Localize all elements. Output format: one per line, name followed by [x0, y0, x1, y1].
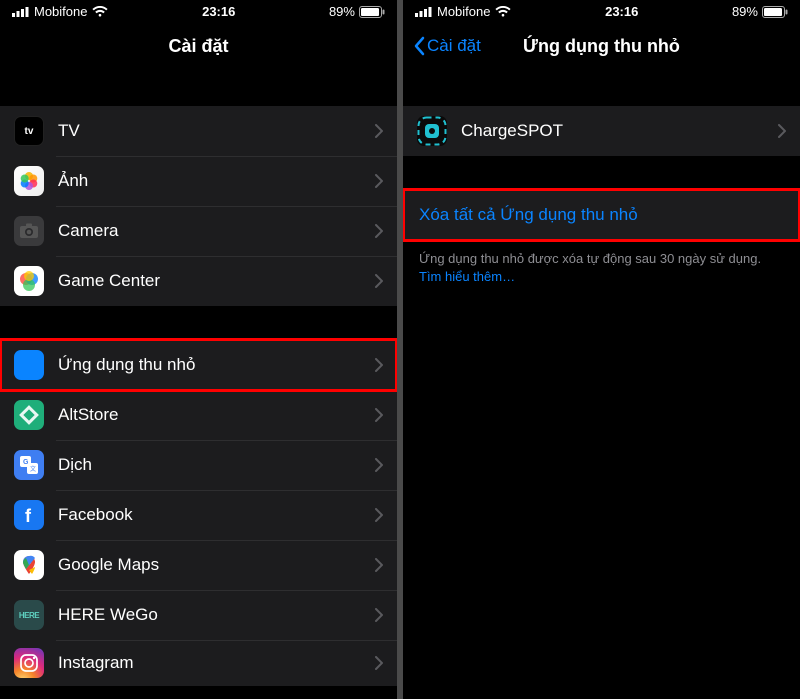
chevron-right-icon — [778, 124, 786, 138]
altstore-icon — [14, 400, 44, 430]
row-facebook[interactable]: f Facebook — [0, 490, 397, 540]
settings-list-apps: Ứng dụng thu nhỏ AltStore G文 Dịch f Face… — [0, 340, 397, 686]
battery-percent: 89% — [329, 4, 355, 19]
translate-icon: G文 — [14, 450, 44, 480]
row-label: ChargeSPOT — [461, 121, 778, 141]
row-label: AltStore — [58, 405, 375, 425]
row-instagram[interactable]: Instagram — [0, 640, 397, 686]
back-button[interactable]: Cài đặt — [413, 36, 481, 56]
row-altstore[interactable]: AltStore — [0, 390, 397, 440]
gamecenter-icon — [14, 266, 44, 296]
svg-text:f: f — [25, 506, 32, 525]
instagram-icon — [14, 648, 44, 678]
nav-header: Cài đặt — [0, 20, 397, 72]
row-app-clips[interactable]: Ứng dụng thu nhỏ — [0, 340, 397, 390]
row-camera[interactable]: Camera — [0, 206, 397, 256]
phone-left-settings: Mobifone 23:16 89% Cài đặt 🣿tv TV Ảnh — [0, 0, 397, 699]
chevron-right-icon — [375, 274, 383, 288]
row-gamecenter[interactable]: Game Center — [0, 256, 397, 306]
row-label: Ứng dụng thu nhỏ — [58, 355, 375, 375]
chevron-right-icon — [375, 508, 383, 522]
appclips-list: ChargeSPOT — [403, 106, 800, 156]
chevron-right-icon — [375, 224, 383, 238]
row-dich[interactable]: G文 Dịch — [0, 440, 397, 490]
status-bar: Mobifone 23:16 89% — [403, 0, 800, 20]
chevron-right-icon — [375, 558, 383, 572]
battery-percent: 89% — [732, 4, 758, 19]
footer-note: Ứng dụng thu nhỏ được xóa tự động sau 30… — [403, 240, 800, 285]
chevron-right-icon — [375, 124, 383, 138]
carrier-label: Mobifone — [437, 4, 490, 19]
googlemaps-icon — [14, 550, 44, 580]
herewego-icon: HERE — [14, 600, 44, 630]
page-title: Cài đặt — [168, 36, 228, 57]
battery-icon — [762, 6, 788, 18]
clock-label: 23:16 — [202, 4, 235, 19]
delete-all-label: Xóa tất cả Ứng dụng thu nhỏ — [419, 205, 638, 225]
back-label: Cài đặt — [427, 36, 481, 56]
chargespot-icon — [417, 116, 447, 146]
row-herewego[interactable]: HERE HERE WeGo — [0, 590, 397, 640]
row-label: Google Maps — [58, 555, 375, 575]
status-bar: Mobifone 23:16 89% — [0, 0, 397, 20]
row-label: Game Center — [58, 271, 375, 291]
carrier-label: Mobifone — [34, 4, 87, 19]
tv-icon: 🣿tv — [14, 116, 44, 146]
footer-text: Ứng dụng thu nhỏ được xóa tự động sau 30… — [419, 251, 761, 266]
photos-icon — [14, 166, 44, 196]
row-label: Dịch — [58, 455, 375, 475]
learn-more-link[interactable]: Tìm hiểu thêm… — [419, 269, 515, 284]
camera-icon — [14, 216, 44, 246]
svg-text:文: 文 — [30, 465, 36, 473]
page-title: Ứng dụng thu nhỏ — [523, 36, 680, 57]
settings-list-system: 🣿tv TV Ảnh Camera Game Center — [0, 106, 397, 306]
row-label: Camera — [58, 221, 375, 241]
signal-icon — [415, 6, 432, 17]
chevron-right-icon — [375, 608, 383, 622]
wifi-icon — [495, 6, 511, 18]
nav-header: Cài đặt Ứng dụng thu nhỏ — [403, 20, 800, 72]
chevron-right-icon — [375, 656, 383, 670]
facebook-icon: f — [14, 500, 44, 530]
app-clips-icon — [14, 350, 44, 380]
phone-right-appclips: Mobifone 23:16 89% Cài đặt Ứng dụng thu … — [403, 0, 800, 699]
delete-all-button[interactable]: Xóa tất cả Ứng dụng thu nhỏ — [403, 190, 800, 240]
chevron-right-icon — [375, 458, 383, 472]
svg-text:G: G — [23, 459, 29, 466]
row-chargespot[interactable]: ChargeSPOT — [403, 106, 800, 156]
row-label: TV — [58, 121, 375, 141]
row-photos[interactable]: Ảnh — [0, 156, 397, 206]
row-tv[interactable]: 🣿tv TV — [0, 106, 397, 156]
row-label: Facebook — [58, 505, 375, 525]
chevron-right-icon — [375, 408, 383, 422]
row-label: HERE WeGo — [58, 605, 375, 625]
chevron-right-icon — [375, 174, 383, 188]
row-label: Instagram — [58, 653, 375, 673]
signal-icon — [12, 6, 29, 17]
battery-icon — [359, 6, 385, 18]
wifi-icon — [92, 6, 108, 18]
clock-label: 23:16 — [605, 4, 638, 19]
chevron-right-icon — [375, 358, 383, 372]
row-label: Ảnh — [58, 171, 375, 191]
row-googlemaps[interactable]: Google Maps — [0, 540, 397, 590]
